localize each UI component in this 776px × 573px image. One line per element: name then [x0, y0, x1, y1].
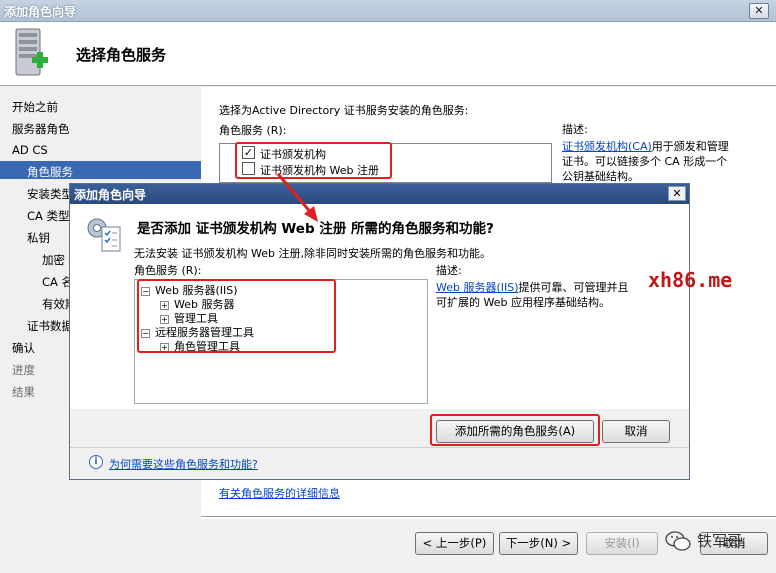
nav-item-confirmation[interactable]: 确认 — [12, 340, 35, 356]
required-features-dialog: 添加角色向导 ✕ 是否添加 证书颁发机构 Web 注册 所需的角色服务和功能? … — [69, 183, 690, 480]
dialog-footer-divider — [70, 447, 689, 448]
description-line-1: 证书颁发机构(CA)用于颁发和管理 — [562, 140, 729, 153]
dialog-description-line-1: Web 服务器(IIS)提供可靠、可管理并且 — [436, 281, 629, 294]
back-button[interactable]: < 上一步(P) — [415, 532, 494, 555]
nav-item-role-services[interactable]: 角色服务 — [27, 164, 73, 180]
site-watermark: xh86.me — [648, 268, 733, 292]
window-title: 添加角色向导 — [4, 5, 77, 19]
main-title-bar[interactable]: 添加角色向导 ✕ — [0, 0, 776, 22]
highlight-add-button — [430, 414, 600, 446]
author-watermark: 铁军哥 — [697, 532, 743, 550]
description-line-2: 证书。可以链接多个 CA 形成一个 — [562, 155, 728, 168]
close-window-button[interactable]: ✕ — [749, 3, 769, 19]
nav-item-progress: 进度 — [12, 363, 35, 377]
nav-item-setup-type[interactable]: 安装类型 — [27, 186, 73, 202]
install-button[interactable]: 安装(I) — [586, 532, 658, 555]
nav-item-ca-type[interactable]: CA 类型 — [27, 208, 70, 224]
info-icon: i — [89, 455, 103, 469]
dialog-message: 无法安装 证书颁发机构 Web 注册,除非同时安装所需的角色服务和功能。 — [134, 247, 491, 260]
server-add-icon — [15, 28, 48, 76]
dialog-description-label: 描述: — [436, 264, 462, 277]
ca-description-link[interactable]: 证书颁发机构(CA) — [562, 140, 652, 153]
page-title: 选择角色服务 — [76, 46, 167, 64]
dialog-close-button[interactable]: ✕ — [668, 186, 686, 201]
nav-item-results: 结果 — [12, 385, 35, 399]
dialog-role-services-label: 角色服务 (R): — [134, 264, 202, 277]
nav-item-ad-cs[interactable]: AD CS — [12, 143, 48, 157]
highlight-required-services — [137, 279, 336, 353]
annotation-arrow-icon — [276, 173, 318, 222]
nav-item-server-roles[interactable]: 服务器角色 — [12, 121, 70, 137]
nav-item-private-key[interactable]: 私钥 — [27, 230, 50, 246]
wechat-icon — [665, 531, 691, 551]
description-label: 描述: — [562, 123, 588, 136]
dialog-title-bar[interactable]: 添加角色向导 ✕ — [70, 184, 689, 204]
gear-checklist-icon — [87, 218, 121, 252]
role-services-label: 角色服务 (R): — [219, 124, 287, 137]
wizard-header: 选择角色服务 — [0, 22, 776, 86]
nav-item-cryptography[interactable]: 加密 — [42, 252, 65, 268]
dialog-description-line-2: 可扩展的 Web 应用程序基础结构。 — [436, 296, 610, 309]
role-services-more-info-link[interactable]: 有关角色服务的详细信息 — [219, 485, 340, 501]
dialog-title: 添加角色向导 — [74, 188, 147, 202]
next-button[interactable]: 下一步(N) > — [499, 532, 578, 555]
description-line-3: 公钥基础结构。 — [562, 170, 639, 183]
why-needed-help-link[interactable]: 为何需要这些角色服务和功能? — [109, 456, 258, 472]
dialog-cancel-button[interactable]: 取消 — [602, 420, 670, 443]
nav-item-certificate-database[interactable]: 证书数据 — [27, 318, 73, 334]
nav-item-before-you-begin[interactable]: 开始之前 — [12, 99, 58, 115]
instruction-text: 选择为Active Directory 证书服务安装的角色服务: — [219, 104, 469, 117]
iis-description-link[interactable]: Web 服务器(IIS) — [436, 281, 519, 294]
content-divider — [201, 516, 776, 517]
